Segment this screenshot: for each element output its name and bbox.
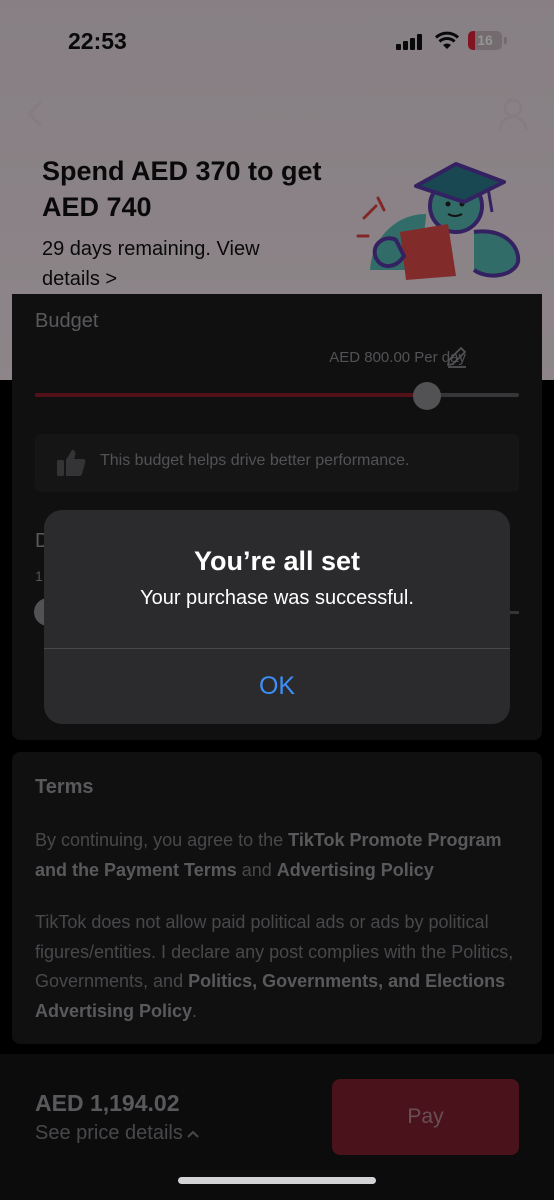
success-alert: You’re all set Your purchase was success…	[44, 510, 510, 724]
alert-title: You’re all set	[193, 546, 361, 576]
alert-message: Your purchase was successful.	[140, 587, 414, 609]
ok-button[interactable]: OK	[44, 649, 510, 724]
home-indicator[interactable]	[178, 1177, 376, 1184]
